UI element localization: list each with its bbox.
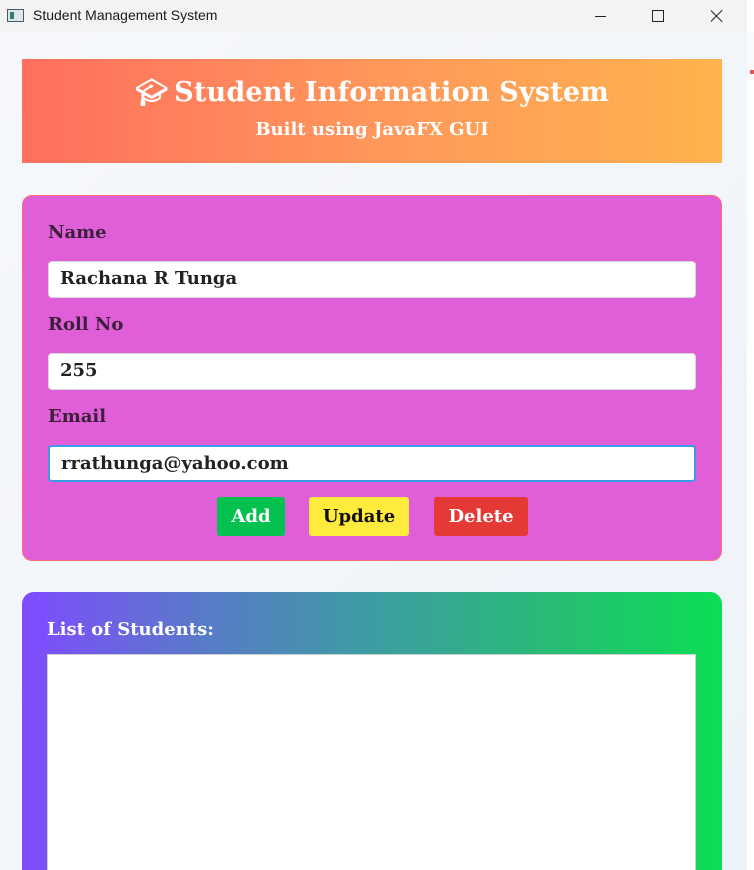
maximize-button[interactable]: [629, 0, 687, 32]
background-window-edge: [747, 0, 754, 870]
update-button[interactable]: Update: [309, 497, 409, 536]
page-subtitle: Built using JavaFX GUI: [255, 119, 489, 140]
close-button[interactable]: [688, 0, 746, 32]
add-button[interactable]: Add: [217, 497, 285, 536]
app-window: Student Management System 🎓︎ Student Info…: [0, 0, 747, 870]
graduation-cap-icon: 🎓︎: [134, 78, 169, 108]
roll-no-label: Roll No: [48, 314, 124, 335]
roll-no-field[interactable]: 255: [48, 353, 696, 390]
background-edge-mark: [750, 70, 754, 74]
page-title: Student Information System: [174, 77, 610, 108]
student-form: Name Rachana R Tunga Roll No 255 Email r…: [22, 195, 722, 561]
name-field[interactable]: Rachana R Tunga: [48, 261, 696, 298]
email-label: Email: [48, 406, 107, 427]
header-title-row: 🎓︎ Student Information System: [22, 77, 722, 108]
close-icon: [710, 9, 724, 23]
window-title: Student Management System: [33, 7, 218, 23]
email-field[interactable]: rrathunga@yahoo.com: [48, 445, 696, 482]
title-bar[interactable]: Student Management System: [0, 0, 747, 32]
app-icon: [7, 9, 24, 22]
minimize-button[interactable]: [571, 0, 629, 32]
main-content: 🎓︎ Student Information System Built using…: [0, 32, 747, 870]
student-list-title: List of Students:: [47, 619, 214, 640]
maximize-icon: [652, 10, 664, 22]
name-label: Name: [48, 222, 107, 243]
delete-button[interactable]: Delete: [434, 497, 528, 536]
minimize-icon: [594, 15, 606, 17]
student-list-panel: List of Students:: [22, 592, 722, 870]
header-banner: 🎓︎ Student Information System Built using…: [22, 59, 722, 163]
student-list[interactable]: [47, 654, 696, 870]
